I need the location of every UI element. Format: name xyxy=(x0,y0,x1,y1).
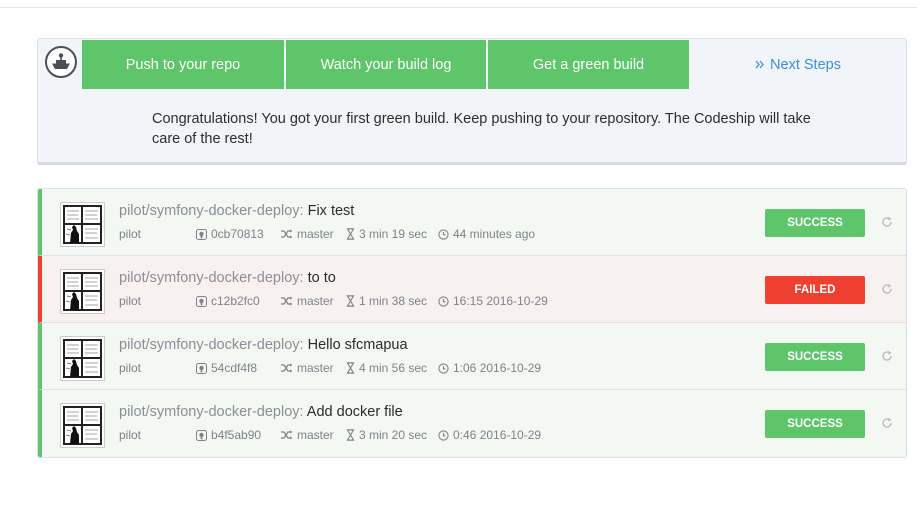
top-bar xyxy=(0,0,917,8)
commit-message[interactable]: Add docker file xyxy=(307,404,403,420)
clock-icon xyxy=(438,362,449,374)
restart-icon[interactable] xyxy=(881,215,893,233)
duration-item: 1 min 38 sec xyxy=(346,294,438,308)
branch-item: master xyxy=(280,428,346,442)
build-row[interactable]: pilot/symfony-docker-deploy: Fix test pi… xyxy=(38,189,906,256)
build-meta: pilot 0cb70813 master 3 min 19 sec 44 mi… xyxy=(119,227,535,241)
commit-hash-item[interactable]: 0cb70813 xyxy=(196,227,280,241)
author: pilot xyxy=(119,361,142,375)
github-icon xyxy=(196,362,207,374)
hourglass-icon xyxy=(346,228,355,240)
branch-name: master xyxy=(297,227,334,241)
build-duration: 1 min 38 sec xyxy=(359,294,428,308)
build-duration: 3 min 19 sec xyxy=(359,227,428,241)
avatar xyxy=(60,336,105,381)
step-watch-build-log[interactable]: Watch your build log xyxy=(286,40,486,89)
hourglass-icon xyxy=(346,295,355,307)
time-item: 0:46 2016-10-29 xyxy=(438,428,541,442)
duration-item: 3 min 20 sec xyxy=(346,428,438,442)
shuffle-icon xyxy=(280,229,293,239)
duration-item: 3 min 19 sec xyxy=(346,227,438,241)
branch-item: master xyxy=(280,294,346,308)
build-title[interactable]: pilot/symfony-docker-deploy: Hello sfcma… xyxy=(119,337,408,353)
shuffle-icon xyxy=(280,296,293,306)
build-time: 16:15 2016-10-29 xyxy=(453,294,548,308)
commit-message[interactable]: to to xyxy=(308,270,336,286)
branch-item: master xyxy=(280,361,346,375)
repo-name[interactable]: pilot/symfony-docker-deploy: xyxy=(119,404,304,420)
double-chevron-right-icon xyxy=(755,57,764,73)
shuffle-icon xyxy=(280,363,293,373)
hourglass-icon xyxy=(346,429,355,441)
builds-list: pilot/symfony-docker-deploy: Fix test pi… xyxy=(37,188,907,458)
next-steps-label: Next Steps xyxy=(770,56,841,73)
commit-hash[interactable]: b4f5ab90 xyxy=(211,428,261,442)
build-meta: pilot b4f5ab90 master 3 min 20 sec 0:46 … xyxy=(119,428,541,442)
github-icon xyxy=(196,295,207,307)
avatar xyxy=(60,403,105,448)
author: pilot xyxy=(119,428,142,442)
branch-name: master xyxy=(297,428,334,442)
build-title[interactable]: pilot/symfony-docker-deploy: Add docker … xyxy=(119,404,403,420)
build-time: 44 minutes ago xyxy=(453,227,536,241)
build-row[interactable]: pilot/symfony-docker-deploy: Add docker … xyxy=(38,390,906,457)
onboarding-steps-panel: Push to your repo Watch your build log G… xyxy=(37,38,907,165)
build-time: 0:46 2016-10-29 xyxy=(453,428,542,442)
duration-item: 4 min 56 sec xyxy=(346,361,438,375)
commit-hash[interactable]: c12b2fc0 xyxy=(211,294,260,308)
commit-hash-item[interactable]: c12b2fc0 xyxy=(196,294,280,308)
commit-message[interactable]: Fix test xyxy=(308,203,355,219)
avatar xyxy=(60,202,105,247)
branch-name: master xyxy=(297,294,334,308)
repo-name[interactable]: pilot/symfony-docker-deploy: xyxy=(119,270,304,286)
congratulations-message: Congratulations! You got your first gree… xyxy=(152,111,811,147)
restart-icon[interactable] xyxy=(881,349,893,367)
restart-icon[interactable] xyxy=(881,282,893,300)
clock-icon xyxy=(438,429,449,441)
hourglass-icon xyxy=(346,362,355,374)
shuffle-icon xyxy=(280,430,293,440)
branch-item: master xyxy=(280,227,346,241)
commit-hash-item[interactable]: b4f5ab90 xyxy=(196,428,280,442)
commit-message[interactable]: Hello sfcmapua xyxy=(308,337,408,353)
step-push-repo[interactable]: Push to your repo xyxy=(82,40,284,89)
repo-name[interactable]: pilot/symfony-docker-deploy: xyxy=(119,203,304,219)
status-badge[interactable]: FAILED xyxy=(765,276,865,304)
time-item: 16:15 2016-10-29 xyxy=(438,294,548,308)
step-green-build[interactable]: Get a green build xyxy=(488,40,689,89)
commit-hash[interactable]: 0cb70813 xyxy=(211,227,264,241)
status-badge[interactable]: SUCCESS xyxy=(765,209,865,237)
restart-icon[interactable] xyxy=(881,416,893,434)
build-duration: 3 min 20 sec xyxy=(359,428,428,442)
author: pilot xyxy=(119,227,142,241)
build-row[interactable]: pilot/symfony-docker-deploy: Hello sfcma… xyxy=(38,323,906,390)
avatar xyxy=(60,269,105,314)
status-badge[interactable]: SUCCESS xyxy=(765,343,865,371)
build-row[interactable]: pilot/symfony-docker-deploy: to to pilot… xyxy=(38,256,906,323)
status-badge[interactable]: SUCCESS xyxy=(765,410,865,438)
commit-hash[interactable]: 54cdf4f8 xyxy=(211,361,257,375)
next-steps-link[interactable]: Next Steps xyxy=(690,40,906,89)
build-meta: pilot c12b2fc0 master 1 min 38 sec 16:15… xyxy=(119,294,548,308)
github-icon xyxy=(196,429,207,441)
build-duration: 4 min 56 sec xyxy=(359,361,428,375)
clock-icon xyxy=(438,295,449,307)
branch-name: master xyxy=(297,361,334,375)
commit-hash-item[interactable]: 54cdf4f8 xyxy=(196,361,280,375)
time-item: 44 minutes ago xyxy=(438,227,535,241)
repo-name[interactable]: pilot/symfony-docker-deploy: xyxy=(119,337,304,353)
build-time: 1:06 2016-10-29 xyxy=(453,361,542,375)
time-item: 1:06 2016-10-29 xyxy=(438,361,541,375)
author: pilot xyxy=(119,294,142,308)
github-icon xyxy=(196,228,207,240)
build-meta: pilot 54cdf4f8 master 4 min 56 sec 1:06 … xyxy=(119,361,541,375)
codeship-logo-icon xyxy=(45,46,77,78)
build-title[interactable]: pilot/symfony-docker-deploy: to to xyxy=(119,270,336,286)
build-title[interactable]: pilot/symfony-docker-deploy: Fix test xyxy=(119,203,354,219)
clock-icon xyxy=(438,228,449,240)
